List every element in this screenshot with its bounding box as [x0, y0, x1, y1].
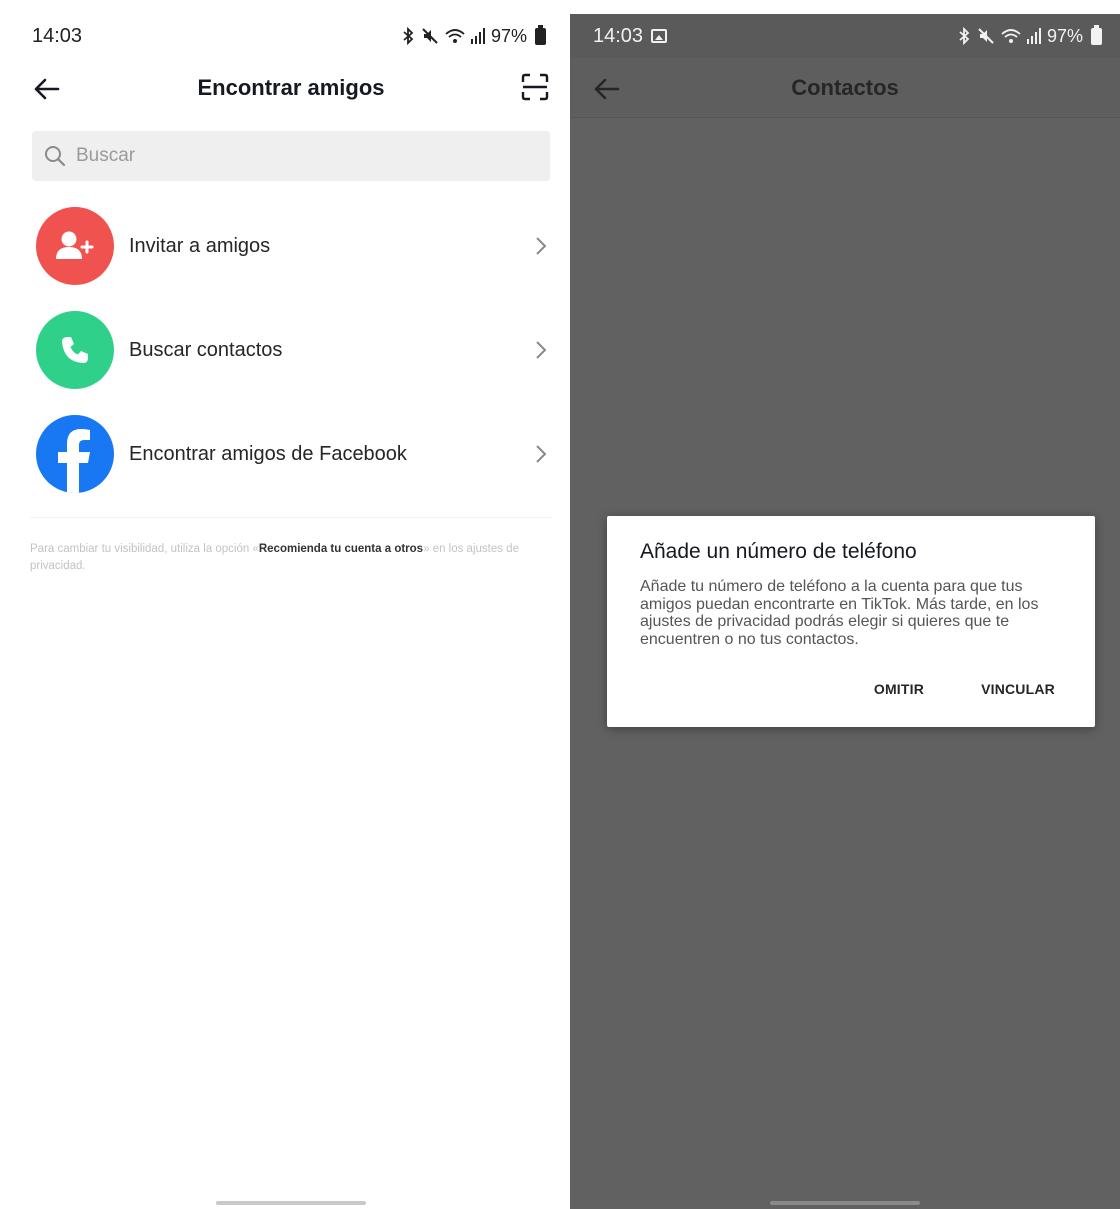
chevron-right-icon	[536, 237, 547, 255]
header: Encontrar amigos	[12, 58, 570, 118]
back-arrow-icon[interactable]	[590, 72, 624, 106]
find-contacts-item[interactable]: Buscar contactos	[12, 298, 570, 402]
battery-icon	[535, 24, 546, 45]
facebook-icon	[58, 429, 90, 493]
find-contacts-badge	[36, 311, 114, 389]
header: Contactos	[570, 58, 1120, 118]
battery-percent: 97%	[490, 25, 527, 46]
status-time: 14:03	[593, 24, 644, 47]
find-friends-options: Invitar a amigos Buscar contactos Encont…	[12, 194, 570, 506]
link-button[interactable]: VINCULAR	[981, 681, 1055, 697]
signal-icon	[1026, 28, 1041, 44]
home-indicator[interactable]	[770, 1201, 920, 1205]
facebook-friends-item[interactable]: Encontrar amigos de Facebook	[12, 402, 570, 506]
invite-friends-label: Invitar a amigos	[129, 234, 271, 257]
gallery-icon	[651, 29, 668, 43]
page-title: Encontrar amigos	[197, 75, 385, 100]
skip-button[interactable]: OMITIR	[874, 681, 924, 697]
dialog-message: Añade tu número de teléfono a la cuenta …	[640, 578, 1039, 648]
status-icons: 97%	[401, 24, 546, 47]
privacy-note: Para cambiar tu visibilidad, utiliza la …	[30, 541, 552, 575]
dialog-title: Añade un número de teléfono	[640, 540, 917, 563]
status-bar: 14:03 97%	[12, 14, 570, 58]
recommend-account-link[interactable]: Recomienda tu cuenta a otros	[259, 543, 423, 555]
invite-friends-badge	[36, 207, 114, 285]
add-person-icon	[56, 231, 94, 259]
status-icons: 97%	[957, 24, 1102, 47]
mute-icon	[422, 28, 438, 44]
back-arrow-icon[interactable]	[30, 72, 64, 106]
home-indicator[interactable]	[216, 1201, 366, 1205]
phone-icon	[62, 337, 88, 363]
facebook-badge	[36, 415, 114, 493]
battery-icon	[1091, 24, 1102, 45]
search-input[interactable]	[76, 145, 516, 167]
status-time: 14:03	[32, 24, 83, 47]
status-time-group: 14:03	[593, 24, 668, 48]
search-icon	[45, 146, 66, 167]
facebook-friends-label: Encontrar amigos de Facebook	[129, 442, 407, 465]
mute-icon	[978, 28, 994, 44]
bluetooth-icon	[959, 27, 970, 45]
find-friends-screen: 14:03 97% Encontrar amigos Invitar a ami…	[12, 14, 570, 1209]
wifi-icon	[445, 29, 465, 43]
signal-icon	[470, 28, 485, 44]
scan-qr-icon[interactable]	[520, 72, 550, 102]
battery-percent: 97%	[1046, 25, 1083, 46]
add-phone-dialog: Añade un número de teléfono Añade tu núm…	[607, 516, 1095, 727]
dialog-actions: OMITIR VINCULAR	[874, 681, 1055, 697]
page-title: Contactos	[791, 74, 899, 100]
chevron-right-icon	[536, 445, 547, 463]
search-bar[interactable]	[32, 131, 550, 181]
status-bar: 14:03 97%	[570, 14, 1120, 58]
privacy-note-text: Para cambiar tu visibilidad, utiliza la …	[30, 543, 259, 555]
divider	[30, 517, 552, 518]
bluetooth-icon	[403, 27, 414, 45]
contacts-screen: 14:03 97% Contactos Añade un número de t…	[570, 14, 1120, 1209]
chevron-right-icon	[536, 341, 547, 359]
find-contacts-label: Buscar contactos	[129, 338, 283, 361]
invite-friends-item[interactable]: Invitar a amigos	[12, 194, 570, 298]
wifi-icon	[1001, 29, 1021, 43]
